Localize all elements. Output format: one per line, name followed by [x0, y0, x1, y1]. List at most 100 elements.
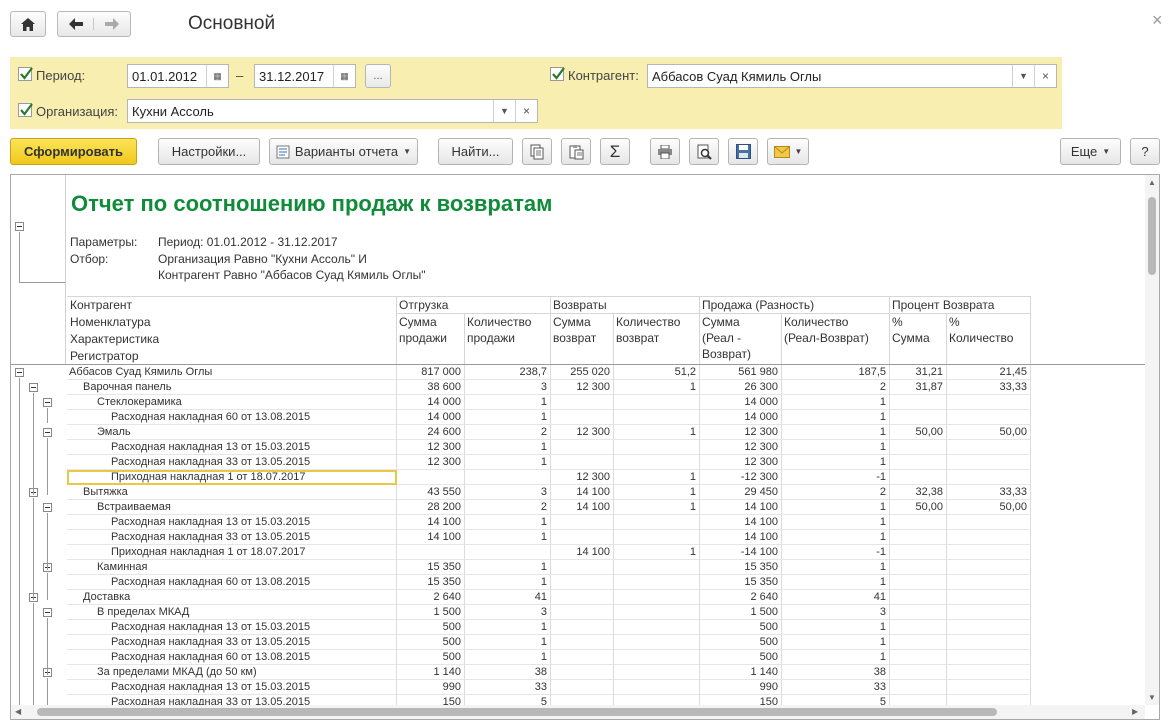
contractor-checkbox[interactable] [550, 67, 565, 81]
row-pct-sum-cell[interactable] [890, 455, 947, 470]
row-pct-sum-cell[interactable]: 50,00 [890, 425, 947, 440]
row-ship-qty-cell[interactable]: 3 [465, 605, 551, 620]
calendar-icon[interactable]: ▦ [333, 65, 355, 87]
row-ret-sum-cell[interactable]: 12 300 [551, 425, 614, 440]
row-ret-qty-cell[interactable] [614, 635, 700, 650]
row-name-cell[interactable]: Стеклокерамика [67, 395, 397, 410]
row-ship-sum-cell[interactable]: 14 000 [397, 395, 465, 410]
row-pct-sum-cell[interactable] [890, 575, 947, 590]
row-pct-sum-cell[interactable] [890, 410, 947, 425]
row-ship-sum-cell[interactable]: 1 500 [397, 605, 465, 620]
row-diff-sum-cell[interactable]: 500 [700, 635, 782, 650]
row-pct-sum-cell[interactable]: 50,00 [890, 500, 947, 515]
row-diff-qty-cell[interactable]: 1 [782, 410, 890, 425]
row-name-cell[interactable]: Доставка [67, 590, 397, 605]
row-ret-qty-cell[interactable]: 1 [614, 425, 700, 440]
row-ret-qty-cell[interactable] [614, 530, 700, 545]
table-row[interactable]: Эмаль 24 600 2 12 300 1 12 300 1 50,00 50,00 [67, 425, 1031, 440]
sum-button[interactable]: Σ [600, 138, 630, 165]
row-ret-sum-cell[interactable] [551, 560, 614, 575]
row-diff-qty-cell[interactable]: 1 [782, 425, 890, 440]
row-name-cell[interactable]: Эмаль [67, 425, 397, 440]
table-row[interactable]: Вытяжка 43 550 3 14 100 1 29 450 2 32,38 33,33 [67, 485, 1031, 500]
home-button[interactable] [10, 11, 46, 37]
row-pct-sum-cell[interactable]: 32,38 [890, 485, 947, 500]
row-ship-qty-cell[interactable]: 1 [465, 515, 551, 530]
row-ship-sum-cell[interactable]: 43 550 [397, 485, 465, 500]
forward-button[interactable] [94, 18, 130, 30]
table-row[interactable]: Приходная накладная 1 от 18.07.2017 14 10… [67, 545, 1031, 560]
row-name-cell[interactable]: Расходная накладная 13 от 15.03.2015 [67, 440, 397, 455]
row-pct-sum-cell[interactable] [890, 650, 947, 665]
row-ret-qty-cell[interactable] [614, 560, 700, 575]
row-name-cell[interactable]: В пределах МКАД [67, 605, 397, 620]
row-ret-sum-cell[interactable] [551, 635, 614, 650]
row-name-cell[interactable]: Приходная накладная 1 от 18.07.2017 [67, 545, 397, 560]
row-diff-sum-cell[interactable]: 12 300 [700, 425, 782, 440]
row-name-cell[interactable]: Расходная накладная 33 от 13.05.2015 [67, 635, 397, 650]
row-name-cell[interactable]: Варочная панель [67, 380, 397, 395]
table-row[interactable]: Каминная 15 350 1 15 350 1 [67, 560, 1031, 575]
back-button[interactable] [58, 18, 94, 30]
row-pct-qty-cell[interactable] [947, 440, 1031, 455]
row-diff-qty-cell[interactable]: 1 [782, 440, 890, 455]
row-ret-qty-cell[interactable] [614, 590, 700, 605]
row-name-cell[interactable]: Расходная накладная 60 от 13.08.2015 [67, 410, 397, 425]
row-ship-sum-cell[interactable]: 38 600 [397, 380, 465, 395]
row-diff-qty-cell[interactable]: 1 [782, 620, 890, 635]
row-name-cell[interactable]: Вытяжка [67, 485, 397, 500]
more-button[interactable]: Еще ▼ [1060, 138, 1121, 165]
table-row[interactable]: Приходная накладная 1 от 18.07.2017 12 30… [67, 470, 1031, 485]
row-pct-qty-cell[interactable] [947, 680, 1031, 695]
row-ret-qty-cell[interactable]: 1 [614, 380, 700, 395]
row-pct-qty-cell[interactable] [947, 650, 1031, 665]
generate-button[interactable]: Сформировать [10, 138, 137, 165]
row-diff-sum-cell[interactable]: 561 980 [700, 365, 782, 380]
collapse-toggle-icon[interactable] [43, 428, 52, 437]
row-diff-qty-cell[interactable]: 1 [782, 455, 890, 470]
clear-icon[interactable]: × [1034, 65, 1056, 87]
row-diff-sum-cell[interactable]: 14 100 [700, 500, 782, 515]
row-diff-sum-cell[interactable]: 12 300 [700, 440, 782, 455]
row-ret-qty-cell[interactable] [614, 680, 700, 695]
row-ret-qty-cell[interactable] [614, 605, 700, 620]
scroll-left-icon[interactable]: ◀ [15, 707, 21, 716]
row-pct-qty-cell[interactable] [947, 515, 1031, 530]
row-ship-sum-cell[interactable]: 990 [397, 680, 465, 695]
row-name-cell[interactable]: Расходная накладная 13 от 15.03.2015 [67, 515, 397, 530]
row-ship-sum-cell[interactable]: 817 000 [397, 365, 465, 380]
row-ret-sum-cell[interactable] [551, 620, 614, 635]
row-diff-sum-cell[interactable]: 1 140 [700, 665, 782, 680]
row-pct-qty-cell[interactable]: 33,33 [947, 380, 1031, 395]
row-name-cell[interactable]: Расходная накладная 33 от 13.05.2015 [67, 530, 397, 545]
row-diff-qty-cell[interactable]: 1 [782, 560, 890, 575]
row-ship-sum-cell[interactable]: 12 300 [397, 440, 465, 455]
row-diff-sum-cell[interactable]: 990 [700, 680, 782, 695]
paste-button[interactable] [561, 138, 591, 165]
save-button[interactable] [728, 138, 758, 165]
row-ret-sum-cell[interactable]: 14 100 [551, 545, 614, 560]
contractor-field[interactable]: Аббасов Суад Кямиль Оглы ▼ × [647, 64, 1057, 88]
row-name-cell[interactable]: Встраиваемая [67, 500, 397, 515]
row-pct-sum-cell[interactable] [890, 560, 947, 575]
row-diff-qty-cell[interactable]: 1 [782, 395, 890, 410]
row-ship-sum-cell[interactable]: 500 [397, 650, 465, 665]
row-ret-qty-cell[interactable] [614, 665, 700, 680]
row-name-cell[interactable]: Расходная накладная 13 от 15.03.2015 [67, 680, 397, 695]
row-ship-sum-cell[interactable]: 12 300 [397, 455, 465, 470]
row-pct-qty-cell[interactable]: 50,00 [947, 500, 1031, 515]
row-name-cell[interactable]: Расходная накладная 13 от 15.03.2015 [67, 620, 397, 635]
row-name-cell[interactable]: Расходная накладная 60 от 13.08.2015 [67, 575, 397, 590]
row-name-cell[interactable]: Приходная накладная 1 от 18.07.2017 [67, 470, 397, 485]
row-ship-sum-cell[interactable]: 2 640 [397, 590, 465, 605]
table-row[interactable]: За пределами МКАД (до 50 км) 1 140 38 1 140… [67, 665, 1031, 680]
row-pct-qty-cell[interactable] [947, 665, 1031, 680]
row-diff-qty-cell[interactable]: 33 [782, 680, 890, 695]
row-diff-sum-cell[interactable]: 500 [700, 650, 782, 665]
row-ret-qty-cell[interactable]: 1 [614, 485, 700, 500]
row-ret-sum-cell[interactable] [551, 515, 614, 530]
table-row[interactable]: Варочная панель 38 600 3 12 300 1 26 300 2 31,8… [67, 380, 1031, 395]
row-pct-qty-cell[interactable] [947, 620, 1031, 635]
period-checkbox[interactable] [18, 67, 33, 81]
calendar-icon[interactable]: ▦ [206, 65, 228, 87]
